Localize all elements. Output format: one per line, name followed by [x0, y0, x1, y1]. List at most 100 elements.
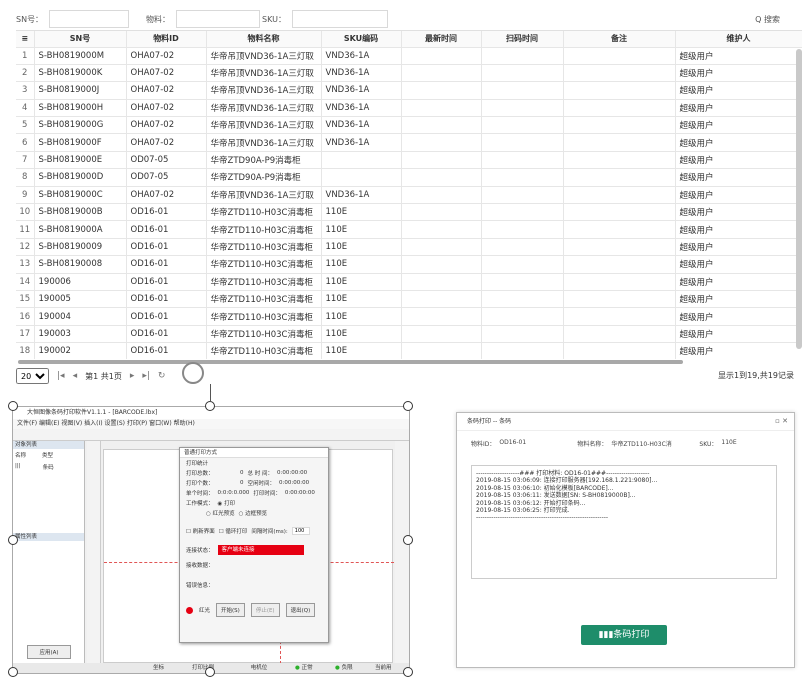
table-cell: 110E: [321, 220, 402, 239]
table-row[interactable]: 8 S-BH0819000D OD07-05 华帝ZTD90A-P9消毒柜 超级用户: [16, 168, 802, 187]
table-cell: 超级用户: [675, 81, 802, 100]
mode-edge-radio[interactable]: ○ 边框预览: [239, 509, 268, 517]
table-row[interactable]: 10 S-BH0819000B OD16-01 华帝ZTD110-H03C消毒柜 110…: [16, 203, 802, 222]
table-cell: [401, 64, 482, 83]
table-row[interactable]: 2 S-BH0819000K OHA07-02 华帝吊顶VND36-1A三灯取 VND3…: [16, 64, 802, 83]
column-header[interactable]: 维护人: [675, 31, 802, 48]
start-button[interactable]: 开始(S): [216, 603, 245, 617]
resize-handle[interactable]: [8, 401, 18, 411]
table-row[interactable]: 7 S-BH0819000E OD07-05 华帝ZTD90A-P9消毒柜 超级用户: [16, 151, 802, 170]
table-cell: 190005: [34, 290, 127, 309]
mode-print-radio[interactable]: ◉ 打印: [218, 499, 236, 507]
table-row[interactable]: 14 190006 OD16-01 华帝ZTD110-H03C消毒柜 110E 超级用户: [16, 273, 802, 291]
table-cell: [401, 81, 482, 100]
apply-button[interactable]: 应用(A): [27, 645, 71, 659]
column-header[interactable]: 扫码时间: [481, 31, 564, 48]
table-row[interactable]: 18 190002 OD16-01 华帝ZTD110-H03C消毒柜 110E 超级用户: [16, 342, 802, 359]
first-page-icon[interactable]: |◂: [57, 371, 65, 381]
table-cell: 超级用户: [675, 325, 802, 344]
table-cell: [563, 307, 676, 326]
sku-input[interactable]: [291, 10, 388, 28]
table-cell: OD16-01: [126, 203, 207, 222]
sku-filter: SKU：: [262, 10, 388, 28]
table-row[interactable]: 15 190005 OD16-01 华帝ZTD110-H03C消毒柜 110E 超级用户: [16, 290, 802, 309]
table-cell: S-BH0819000K: [34, 64, 127, 83]
table-cell: [401, 99, 482, 118]
table-cell: [401, 186, 482, 205]
table-cell: 10: [16, 203, 35, 222]
table-cell: [401, 273, 482, 291]
table-cell: 190003: [34, 325, 127, 344]
table-cell: 超级用户: [675, 47, 802, 65]
table-row[interactable]: 1 S-BH0819000M OHA07-02 华帝吊顶VND36-1A三灯取 VND3…: [16, 47, 802, 65]
tool-palette[interactable]: [87, 441, 101, 663]
stop-button[interactable]: 停止(E): [250, 603, 280, 617]
table-cell: [563, 238, 676, 257]
table-row[interactable]: 6 S-BH0819000F OHA07-02 华帝吊顶VND36-1A三灯取 VND3…: [16, 133, 802, 152]
barcode-print-button[interactable]: ▮▮▮条码打印: [581, 625, 667, 645]
resize-handle[interactable]: [403, 667, 413, 677]
print-log[interactable]: --------------------### 打印材料: OD16-01###…: [471, 465, 777, 579]
interval-input[interactable]: [291, 527, 310, 535]
column-header[interactable]: 备注: [563, 31, 676, 48]
table-cell: [481, 186, 564, 205]
prev-page-icon[interactable]: ◂: [73, 371, 78, 381]
table-row[interactable]: 12 S-BH08190009 OD16-01 华帝ZTD110-H03C消毒柜 110…: [16, 238, 802, 257]
table-row[interactable]: 9 S-BH0819000C OHA07-02 华帝吊顶VND36-1A三灯取 VND3…: [16, 186, 802, 205]
table-row[interactable]: 4 S-BH0819000H OHA07-02 华帝吊顶VND36-1A三灯取 VND3…: [16, 99, 802, 118]
resize-handle[interactable]: [403, 535, 413, 545]
right-toolbar[interactable]: [395, 441, 409, 663]
resize-handle[interactable]: [8, 667, 18, 677]
table-row[interactable]: 17 190003 OD16-01 华帝ZTD110-H03C消毒柜 110E 超级用户: [16, 325, 802, 344]
last-page-icon[interactable]: ▸|: [142, 371, 150, 381]
column-header[interactable]: SKU编码: [321, 31, 402, 48]
table-row[interactable]: 16 190004 OD16-01 华帝ZTD110-H03C消毒柜 110E 超级用户: [16, 307, 802, 326]
table-cell: OD16-01: [126, 342, 207, 359]
table-cell: OHA07-02: [126, 116, 207, 135]
column-header[interactable]: 物料名称: [206, 31, 322, 48]
interval-label: 间隔时间(ms):: [251, 529, 288, 535]
column-header[interactable]: 物料ID: [126, 31, 207, 48]
table-cell: 华帝吊顶VND36-1A三灯取: [206, 116, 322, 135]
next-page-icon[interactable]: ▸: [130, 371, 135, 381]
column-header[interactable]: 最新时间: [401, 31, 482, 48]
search-button[interactable]: Q 搜索: [755, 14, 780, 25]
table-row[interactable]: 13 S-BH08190008 OD16-01 华帝ZTD110-H03C消毒柜 110…: [16, 255, 802, 274]
table-cell: S-BH0819000C: [34, 186, 127, 205]
material-input[interactable]: [176, 10, 260, 28]
column-header[interactable]: SN号: [34, 31, 127, 48]
designer-menu[interactable]: 文件(F) 编辑(E) 视图(V) 插入(I) 设置(S) 打印(P) 窗口(W…: [13, 419, 409, 429]
resize-handle[interactable]: [403, 401, 413, 411]
barcode-icon: ▮▮▮: [598, 630, 614, 640]
table-cell: [401, 325, 482, 344]
barcode-window-title: 条码打印 -- 条码: [457, 413, 794, 431]
object-list-item[interactable]: ||| 条码: [13, 461, 84, 473]
exit-button[interactable]: 退出(Q): [285, 603, 316, 617]
chk-loop[interactable]: ☐ 循环打印: [219, 527, 248, 535]
reload-icon[interactable]: ↻: [158, 371, 166, 381]
table-row[interactable]: 5 S-BH0819000G OHA07-02 华帝吊顶VND36-1A三灯取 VND3…: [16, 116, 802, 135]
table-cell: [481, 99, 564, 118]
table-cell: S-BH0819000M: [34, 47, 127, 65]
table-row[interactable]: 11 S-BH0819000A OD16-01 华帝ZTD110-H03C消毒柜 110…: [16, 220, 802, 239]
resize-handle[interactable]: [205, 667, 215, 677]
window-controls-icon[interactable]: ▫ ✕: [775, 417, 788, 425]
resize-handle[interactable]: [8, 535, 18, 545]
status-ok: ● 正常位: [295, 663, 317, 673]
table-row[interactable]: 3 S-BH0819000J OHA07-02 华帝吊顶VND36-1A三灯取 VND3…: [16, 81, 802, 100]
table-cell: 超级用户: [675, 203, 802, 222]
column-header[interactable]: ≡: [16, 31, 35, 48]
table-cell: S-BH0819000B: [34, 203, 127, 222]
resize-handle[interactable]: [205, 401, 215, 411]
horizontal-scrollbar[interactable]: [18, 360, 683, 364]
material-name-value: 华帝ZTD110-H03C消: [611, 441, 672, 448]
record-info: 显示1到19,共19记录: [718, 371, 794, 380]
table-cell: 超级用户: [675, 168, 802, 187]
designer-toolbar[interactable]: [13, 429, 409, 441]
vertical-scrollbar[interactable]: [796, 49, 802, 349]
page-size-select[interactable]: 20: [16, 368, 49, 384]
single-value: 0:0:0:0.000: [217, 490, 250, 496]
chk-interface[interactable]: ☐ 刷新界面: [186, 527, 215, 535]
sn-input[interactable]: [49, 10, 130, 28]
mode-red-radio[interactable]: ○ 红光预览: [206, 509, 235, 517]
